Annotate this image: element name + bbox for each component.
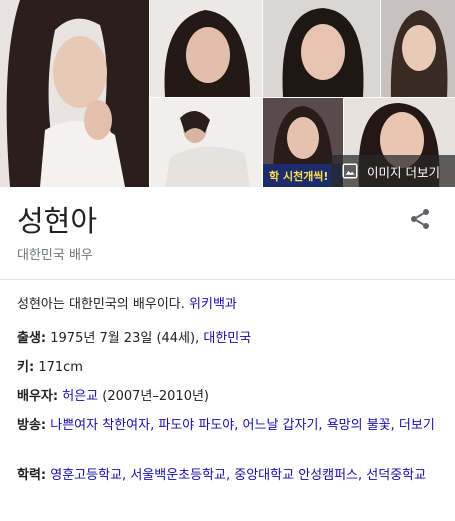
photo-thumbnail-5[interactable] — [150, 98, 262, 187]
fact-shows-label: 방송: — [17, 418, 47, 433]
wikipedia-link[interactable]: 위키백과 — [189, 297, 237, 312]
fact-spouse-years: (2007년–2010년) — [102, 389, 209, 404]
fact-born: 출생: 1975년 7월 23일 (44세), 대한민국 — [17, 329, 442, 349]
fact-spouse-label: 배우자: — [17, 389, 59, 404]
fact-height-label: 키: — [17, 360, 35, 375]
school-link[interactable]: 서울백운초등학교, — [130, 468, 230, 483]
show-link[interactable]: 욕망의 불꽃, — [327, 418, 395, 433]
fact-education-label: 학력: — [17, 468, 47, 483]
entity-title: 성현아 — [17, 204, 98, 238]
entity-description: 성현아는 대한민국의 배우이다. 위키백과 — [17, 293, 237, 312]
fact-height: 키: 171cm — [17, 358, 442, 378]
entity-subtitle: 대한민국 배우 — [17, 248, 93, 263]
fact-education: 학력: 영훈고등학교, 서울백운초등학교, 중앙대학교 안성캠퍼스, 선덕중학교 — [17, 466, 442, 486]
more-images-button[interactable]: 이미지 더보기 — [331, 155, 455, 187]
photo-thumbnail-3[interactable] — [263, 0, 380, 97]
share-icon[interactable] — [408, 207, 432, 231]
thumb-caption: 학 시천개씩! — [269, 169, 328, 183]
show-link[interactable]: 나쁜여자 착한여자, — [50, 418, 154, 433]
shows-more-link[interactable]: 더보기 — [399, 418, 435, 433]
show-link[interactable]: 어느날 갑자기, — [243, 418, 323, 433]
show-link[interactable]: 파도야 파도야, — [158, 418, 238, 433]
fact-born-label: 출생: — [17, 331, 47, 346]
school-link[interactable]: 영훈고등학교, — [50, 468, 126, 483]
fact-born-place-link[interactable]: 대한민국 — [203, 331, 251, 346]
fact-spouse-link[interactable]: 허은교 — [62, 389, 98, 404]
fact-shows: 방송: 나쁜여자 착한여자, 파도야 파도야, 어느날 갑자기, 욕망의 불꽃,… — [17, 416, 442, 436]
fact-born-value: 1975년 7월 23일 (44세), — [50, 331, 200, 346]
fact-spouse: 배우자: 허은교 (2007년–2010년) — [17, 387, 442, 407]
description-text: 성현아는 대한민국의 배우이다. — [17, 297, 185, 312]
more-images-label: 이미지 더보기 — [367, 164, 440, 180]
image-gallery: 학 시천개씩! 이미지 더보기 — [0, 0, 455, 187]
photo-thumbnail-4[interactable] — [381, 0, 455, 97]
photo-portrait-main[interactable] — [0, 0, 149, 187]
fact-height-value: 171cm — [38, 360, 83, 375]
school-link[interactable]: 중앙대학교 안성캠퍼스, — [234, 468, 362, 483]
photo-thumbnail-2[interactable] — [150, 0, 262, 97]
school-link[interactable]: 선덕중학교 — [366, 468, 426, 483]
image-icon — [342, 163, 358, 179]
